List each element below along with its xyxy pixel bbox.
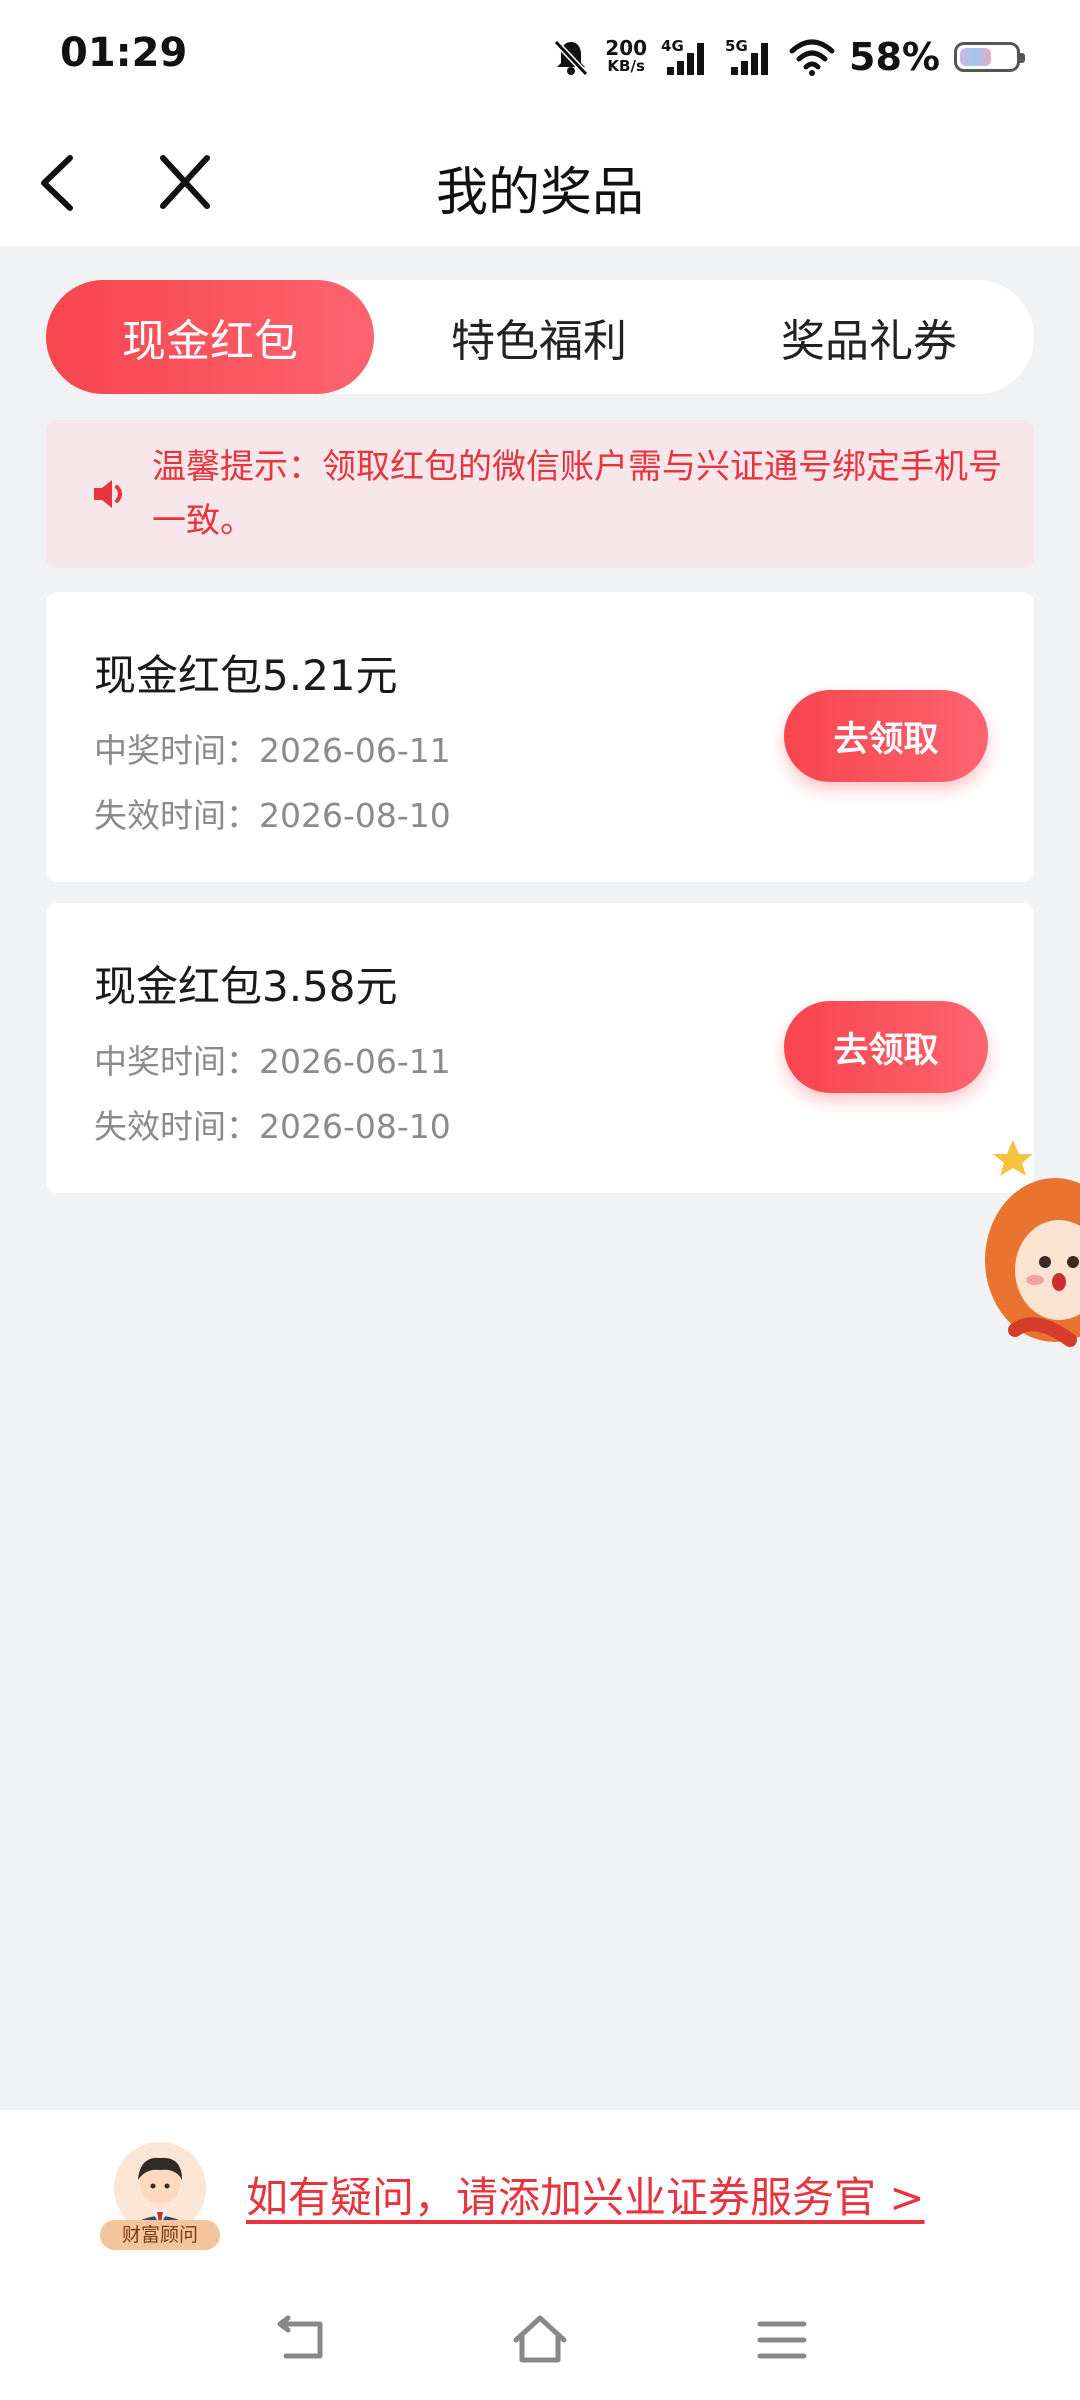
speaker-icon	[94, 480, 122, 508]
prize-win-time: 中奖时间：2026-06-11	[94, 1042, 451, 1081]
footer: 财富顾问 如有疑问，请添加兴业证券服务官 >	[0, 2110, 1080, 2400]
wifi-icon	[789, 39, 835, 76]
page-title: 我的奖品	[435, 163, 644, 223]
tab-prize-coupons[interactable]: 奖品礼券	[704, 280, 1034, 394]
net-speed-unit: KB/s	[607, 57, 645, 75]
status-bar: 01:29 200 KB/s 4G 5G 58%	[0, 0, 1080, 116]
prize-tabs: 现金红包 特色福利 奖品礼券	[46, 280, 1034, 394]
notice-banner: 温馨提示：领取红包的微信账户需与兴证通号绑定手机号一致。	[46, 420, 1034, 568]
advisor-avatar[interactable]: 财富顾问	[100, 2140, 220, 2250]
net-speed: 200 KB/s	[605, 36, 648, 75]
status-time: 01:29	[60, 30, 188, 76]
signal-icon: 5G	[725, 37, 775, 77]
prize-card: 现金红包3.58元 中奖时间：2026-06-11 失效时间：2026-08-1…	[46, 903, 1034, 1193]
home-icon[interactable]	[510, 2310, 570, 2370]
battery-percent: 58%	[849, 35, 940, 79]
bell-muted-icon	[554, 39, 589, 77]
status-icons: 200 KB/s 4G 5G 58%	[551, 32, 1025, 82]
mascot-float-icon[interactable]	[975, 1140, 1080, 1360]
battery-icon	[954, 42, 1025, 72]
nav-bar: 我的奖品	[0, 116, 1080, 246]
prize-title: 现金红包5.21元	[94, 651, 398, 700]
prize-expire-time: 失效时间：2026-08-10	[94, 796, 451, 835]
notice-text: 温馨提示：领取红包的微信账户需与兴证通号绑定手机号一致。	[152, 447, 1002, 541]
tab-special-benefits[interactable]: 特色福利	[374, 280, 704, 394]
system-nav-bar	[0, 2310, 1080, 2380]
help-link[interactable]: 如有疑问，请添加兴业证券服务官 >	[246, 2164, 925, 2225]
signal-icon: 4G	[661, 37, 711, 77]
claim-button[interactable]: 去领取	[784, 690, 988, 782]
prize-title: 现金红包3.58元	[94, 962, 398, 1011]
battery-fill	[960, 48, 992, 66]
menu-icon[interactable]	[752, 2310, 812, 2370]
claim-button[interactable]: 去领取	[784, 1001, 988, 1093]
prize-card: 现金红包5.21元 中奖时间：2026-06-11 失效时间：2026-08-1…	[46, 592, 1034, 882]
back-gesture-icon[interactable]	[272, 2310, 332, 2370]
advisor-label: 财富顾问	[100, 2220, 220, 2250]
net-speed-value: 200	[605, 36, 648, 60]
prize-expire-time: 失效时间：2026-08-10	[94, 1107, 451, 1146]
tab-cash-redpacket[interactable]: 现金红包	[46, 280, 374, 394]
prize-win-time: 中奖时间：2026-06-11	[94, 731, 451, 770]
